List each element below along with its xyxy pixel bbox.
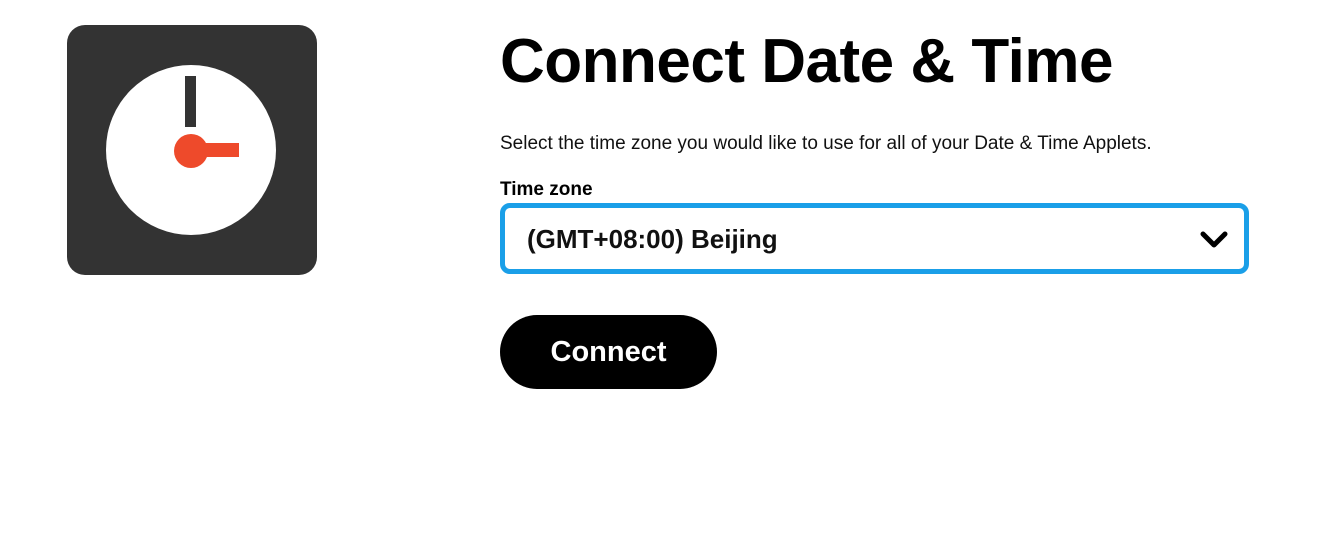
time-zone-select[interactable]: (GMT+08:00) Beijing	[500, 203, 1249, 274]
date-time-service-logo	[67, 25, 317, 275]
connect-button[interactable]: Connect	[500, 315, 717, 389]
time-zone-description: Select the time zone you would like to u…	[500, 133, 1152, 154]
page-title: Connect Date & Time	[500, 27, 1113, 96]
chevron-down-icon	[1200, 228, 1228, 252]
selected-time-zone: (GMT+08:00) Beijing	[527, 224, 778, 254]
time-zone-label: Time zone	[500, 179, 593, 200]
clock-icon	[106, 65, 276, 235]
page: Connect Date & Time Select the time zone…	[0, 0, 1325, 558]
